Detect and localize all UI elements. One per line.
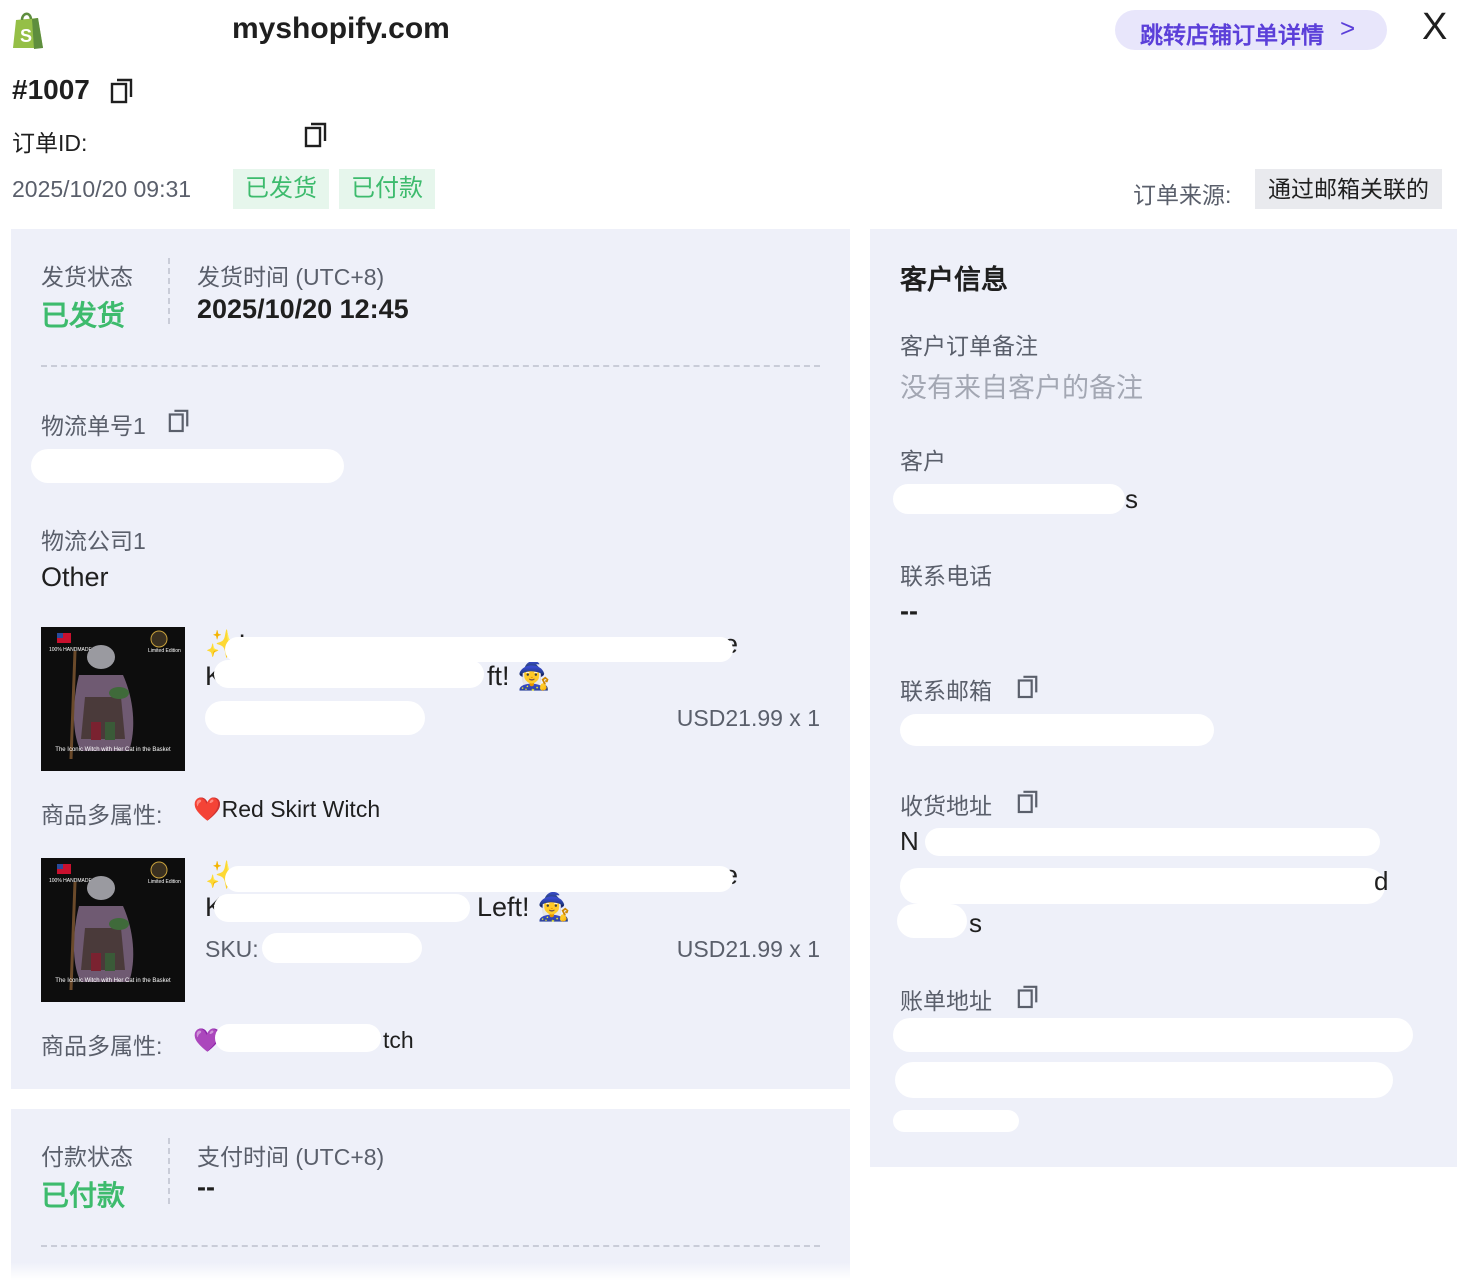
tracking-number-label: 物流单号1	[41, 413, 146, 439]
copy-icon[interactable]	[1017, 788, 1038, 814]
status-badge-paid: 已付款	[339, 169, 435, 209]
product-attribute-value-end: tch	[383, 1027, 414, 1053]
product-title-redacted	[214, 894, 470, 922]
shipping-address-label: 收货地址	[900, 793, 992, 819]
customer-note-label: 客户订单备注	[900, 333, 1038, 359]
shop-subdomain-redacted	[64, 14, 228, 48]
billing-address-redacted	[895, 1062, 1393, 1098]
shop-domain[interactable]: myshopify.com	[232, 12, 450, 46]
order-number: #1007	[12, 74, 90, 105]
status-badge-shipped: 已发货	[233, 169, 329, 209]
store-order-detail-button[interactable]: 跳转店铺订单详情 >	[1115, 10, 1387, 50]
shipping-time-value: 2025/10/20 12:45	[197, 294, 409, 324]
customer-section-title: 客户信息	[900, 265, 1008, 295]
customer-note-value: 没有来自客户的备注	[900, 373, 1143, 403]
product-sku-redacted	[262, 933, 422, 963]
payment-panel	[11, 1109, 850, 1280]
chevron-right-icon: >	[1340, 13, 1356, 43]
shipping-address-line1-start: N	[900, 826, 919, 856]
product-price: USD21.99 x 1	[676, 705, 820, 731]
shipping-address-redacted	[925, 828, 1380, 856]
product-attribute-label: 商品多属性:	[41, 1033, 163, 1059]
order-source-badge: 通过邮箱关联的	[1255, 169, 1442, 209]
product-thumbnail[interactable]: 100% HANDMADE Limited Edition The Iconic…	[41, 627, 185, 771]
product-title-redacted	[225, 866, 733, 892]
svg-text:S: S	[20, 26, 32, 46]
copy-icon[interactable]	[304, 120, 327, 148]
shipping-address-redacted	[900, 868, 1385, 904]
billing-address-redacted	[893, 1018, 1413, 1052]
thumb-badge-text: Limited Edition	[148, 879, 181, 885]
thumb-top-text: 100% HANDMADE	[49, 878, 92, 884]
customer-label: 客户	[900, 448, 946, 474]
divider	[41, 1245, 820, 1247]
close-icon[interactable]: X	[1422, 6, 1447, 49]
copy-icon[interactable]	[168, 407, 189, 433]
store-order-detail-label: 跳转店铺订单详情	[1140, 22, 1324, 48]
product-title-line2-end[interactable]: ft! 🧙‍♀️	[487, 660, 551, 692]
phone-value: --	[900, 596, 918, 626]
billing-address-redacted	[893, 1110, 1019, 1132]
shipping-status-value: 已发货	[41, 300, 126, 331]
email-label: 联系邮箱	[900, 678, 992, 704]
order-id-label: 订单ID:	[12, 130, 88, 156]
shipping-address-line3-end: s	[969, 908, 982, 938]
product-title-redacted	[225, 637, 733, 662]
billing-address-label: 账单地址	[900, 988, 992, 1014]
product-title-redacted	[214, 660, 484, 688]
payment-time-value: --	[197, 1172, 215, 1202]
divider	[41, 365, 820, 367]
tracking-number-redacted	[31, 449, 344, 483]
shipping-status-label: 发货状态	[41, 264, 133, 290]
product-sku-label: SKU:	[205, 936, 259, 962]
product-attribute-redacted	[215, 1024, 381, 1052]
shipping-address-redacted	[897, 904, 967, 938]
phone-label: 联系电话	[900, 563, 992, 589]
product-thumbnail[interactable]: 100% HANDMADE Limited Edition The Iconic…	[41, 858, 185, 1002]
thumb-badge-text: Limited Edition	[148, 648, 181, 654]
customer-name-redacted	[893, 484, 1125, 514]
carrier-label: 物流公司1	[41, 528, 146, 554]
divider	[168, 1138, 170, 1204]
customer-name-tail[interactable]: s	[1125, 484, 1138, 515]
product-attribute-label: 商品多属性:	[41, 802, 163, 828]
payment-status-label: 付款状态	[41, 1144, 133, 1170]
carrier-value: Other	[41, 562, 109, 592]
email-redacted	[900, 714, 1214, 746]
divider	[168, 258, 170, 324]
product-title-line2-end[interactable]: Left! 🧙‍♀️	[477, 891, 571, 923]
product-price: USD21.99 x 1	[676, 936, 820, 962]
order-datetime: 2025/10/20 09:31	[12, 176, 192, 202]
copy-icon[interactable]	[1017, 983, 1038, 1009]
thumb-caption: The Iconic Witch with Her Cat in the Bas…	[55, 747, 171, 753]
product-sku-redacted	[205, 701, 425, 735]
order-source-label: 订单来源:	[1133, 182, 1232, 208]
copy-icon[interactable]	[1017, 673, 1038, 699]
thumb-top-text: 100% HANDMADE	[49, 647, 92, 653]
shipping-address-line2-end: d	[1374, 866, 1389, 896]
product-attribute-value: ❤️Red Skirt Witch	[193, 796, 381, 822]
payment-status-value: 已付款	[41, 1180, 126, 1211]
thumb-caption: The Iconic Witch with Her Cat in the Bas…	[55, 978, 171, 984]
bottom-fade	[0, 1262, 1482, 1280]
payment-time-label: 支付时间 (UTC+8)	[197, 1144, 385, 1170]
shopify-logo-icon: S	[10, 10, 46, 50]
copy-icon[interactable]	[110, 76, 133, 104]
shipping-time-label: 发货时间 (UTC+8)	[197, 264, 385, 290]
